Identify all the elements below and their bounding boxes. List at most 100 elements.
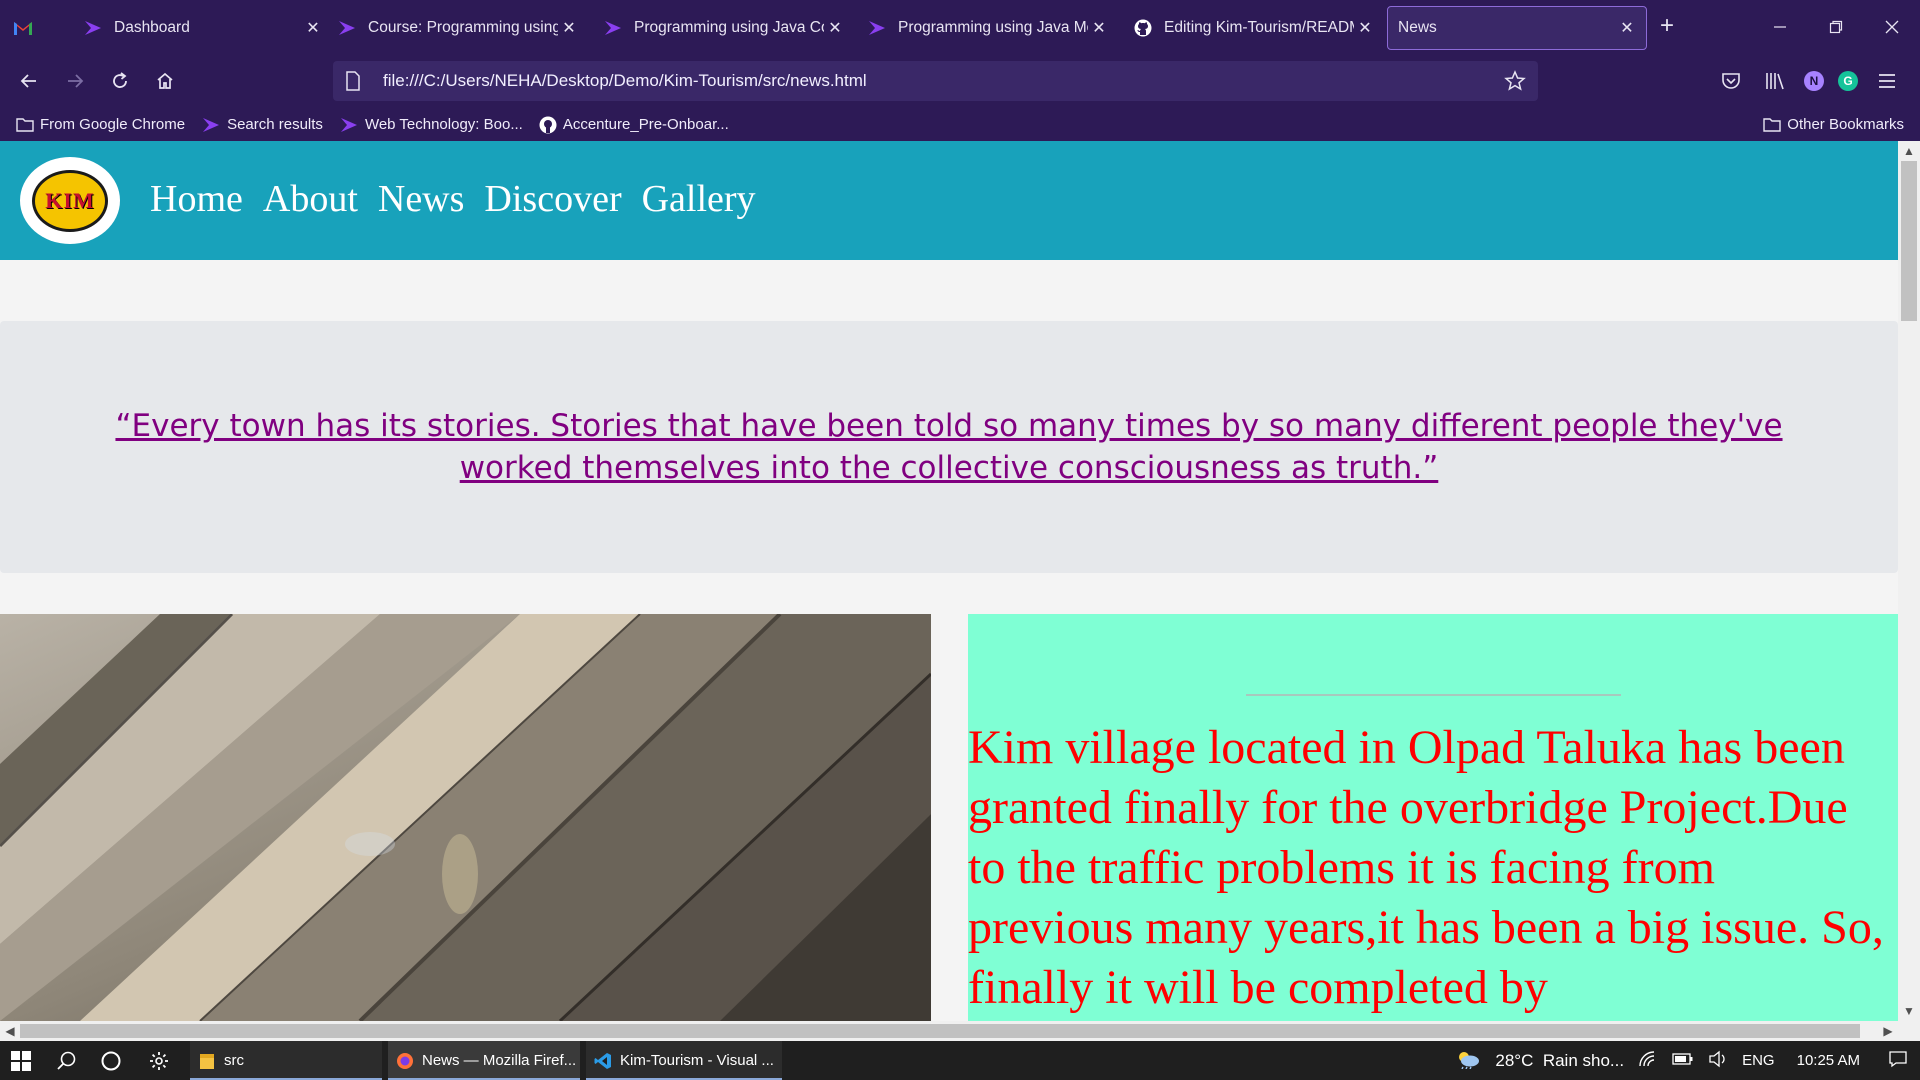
nav-news[interactable]: News bbox=[378, 177, 465, 221]
nav-discover[interactable]: Discover bbox=[484, 177, 621, 221]
tab-news[interactable]: News ✕ bbox=[1387, 6, 1647, 50]
pocket-icon[interactable] bbox=[1716, 66, 1746, 96]
page-viewport: KIM Home About News Discover Gallery “Ev… bbox=[0, 141, 1898, 1021]
other-bookmarks[interactable]: Other Bookmarks bbox=[1763, 108, 1904, 141]
course-icon bbox=[602, 19, 624, 37]
nav-home[interactable]: Home bbox=[150, 177, 243, 221]
menu-icon[interactable] bbox=[1872, 66, 1902, 96]
scroll-thumb[interactable] bbox=[1901, 161, 1917, 321]
github-icon bbox=[539, 116, 557, 134]
taskbar-app-vscode[interactable]: Kim-Tourism - Visual ... bbox=[586, 1041, 782, 1080]
tab-label: Programming using Java Con bbox=[634, 19, 824, 36]
weather-text[interactable]: 28°C Rain sho... bbox=[1495, 1051, 1624, 1071]
course-icon bbox=[336, 19, 358, 37]
file-icon bbox=[345, 71, 371, 91]
settings-gear-icon[interactable] bbox=[149, 1041, 169, 1080]
close-window-icon[interactable] bbox=[1864, 0, 1920, 54]
taskbar-app-label: Kim-Tourism - Visual ... bbox=[620, 1052, 774, 1069]
taskbar-app-label: News — Mozilla Firef... bbox=[422, 1052, 577, 1069]
bookmark-web-technology[interactable]: Web Technology: Boo... bbox=[339, 116, 523, 133]
library-icon[interactable] bbox=[1760, 66, 1790, 96]
volume-icon[interactable] bbox=[1708, 1050, 1728, 1072]
taskbar-app-src[interactable]: src bbox=[190, 1041, 382, 1080]
home-icon[interactable] bbox=[150, 66, 180, 96]
new-tab-button[interactable]: + bbox=[1660, 12, 1674, 40]
tab-label: News bbox=[1398, 19, 1437, 36]
tab-java-mo[interactable]: Programming using Java Mo ✕ bbox=[866, 6, 1110, 50]
folder-icon bbox=[1763, 117, 1781, 132]
vscode-icon bbox=[594, 1052, 612, 1070]
tab-github-readme[interactable]: Editing Kim-Tourism/READM ✕ bbox=[1132, 6, 1376, 50]
grammarly-icon[interactable]: G bbox=[1838, 71, 1858, 91]
back-icon[interactable] bbox=[14, 66, 44, 96]
bookmark-search-results[interactable]: Search results bbox=[201, 116, 323, 133]
nav-gallery[interactable]: Gallery bbox=[642, 177, 756, 221]
battery-icon[interactable] bbox=[1672, 1052, 1694, 1070]
folder-icon bbox=[16, 117, 34, 132]
close-icon[interactable]: ✕ bbox=[558, 18, 580, 38]
close-icon[interactable]: ✕ bbox=[824, 18, 846, 38]
bookmark-star-icon[interactable] bbox=[1504, 70, 1526, 97]
weather-cloud-icon[interactable] bbox=[1455, 1049, 1481, 1073]
taskbar-app-firefox[interactable]: News — Mozilla Firef... bbox=[388, 1041, 580, 1080]
close-icon[interactable]: ✕ bbox=[1088, 18, 1110, 38]
url-text[interactable]: file:///C:/Users/NEHA/Desktop/Demo/Kim-T… bbox=[383, 71, 867, 91]
tab-java-con[interactable]: Programming using Java Con ✕ bbox=[602, 6, 846, 50]
reload-icon[interactable] bbox=[105, 66, 135, 96]
divider bbox=[1246, 694, 1621, 696]
logo-text: KIM bbox=[45, 187, 95, 213]
news-article: Kim village located in Olpad Taluka has … bbox=[968, 614, 1898, 1021]
windows-taskbar: src News — Mozilla Firef... Kim-Tourism … bbox=[0, 1041, 1920, 1080]
town-quote[interactable]: “Every town has its stories. Stories tha… bbox=[69, 405, 1829, 489]
clock[interactable]: 10:25 AM bbox=[1797, 1052, 1860, 1069]
scroll-left-icon[interactable]: ◀ bbox=[0, 1021, 20, 1041]
task-view-icon[interactable] bbox=[100, 1041, 122, 1080]
horizontal-scrollbar[interactable]: ◀ ▶ bbox=[0, 1021, 1898, 1041]
firefox-icon bbox=[396, 1052, 414, 1070]
course-icon bbox=[339, 117, 359, 133]
bookmarks-bar: From Google Chrome Search results Web Te… bbox=[0, 108, 1920, 141]
hscroll-thumb[interactable] bbox=[20, 1024, 1860, 1038]
browser-toolbar: file:///C:/Users/NEHA/Desktop/Demo/Kim-T… bbox=[0, 54, 1920, 108]
bookmark-from-google-chrome[interactable]: From Google Chrome bbox=[16, 116, 185, 133]
system-tray: 28°C Rain sho... ENG 10:25 AM bbox=[1455, 1041, 1920, 1080]
taskbar-app-label: src bbox=[224, 1052, 244, 1069]
minimize-icon[interactable] bbox=[1752, 0, 1808, 54]
scroll-up-icon[interactable]: ▲ bbox=[1898, 141, 1920, 161]
site-nav: Home About News Discover Gallery bbox=[150, 177, 756, 221]
course-icon bbox=[201, 117, 221, 133]
close-icon[interactable]: ✕ bbox=[1616, 18, 1638, 38]
github-icon bbox=[1132, 19, 1154, 37]
bookmark-label: Other Bookmarks bbox=[1787, 116, 1904, 133]
tab-course-java[interactable]: Course: Programming using Java ✕ bbox=[336, 6, 580, 50]
url-bar[interactable]: file:///C:/Users/NEHA/Desktop/Demo/Kim-T… bbox=[333, 61, 1538, 101]
scroll-right-icon[interactable]: ▶ bbox=[1878, 1021, 1898, 1041]
course-icon bbox=[866, 19, 888, 37]
scroll-down-icon[interactable]: ▼ bbox=[1898, 1001, 1920, 1021]
logo-emblem: KIM bbox=[32, 169, 108, 232]
language-indicator[interactable]: ENG bbox=[1742, 1052, 1775, 1069]
forward-icon[interactable] bbox=[60, 66, 90, 96]
gmail-icon bbox=[12, 19, 34, 37]
quote-box: “Every town has its stories. Stories tha… bbox=[0, 321, 1898, 573]
windows-start-icon[interactable] bbox=[10, 1041, 32, 1080]
network-icon[interactable] bbox=[1638, 1050, 1658, 1072]
kim-logo[interactable]: KIM bbox=[20, 157, 120, 244]
restore-icon[interactable] bbox=[1808, 0, 1864, 54]
tab-label: Programming using Java Mo bbox=[898, 19, 1088, 36]
tab-dashboard[interactable]: Dashboard ✕ bbox=[12, 6, 324, 50]
close-icon[interactable]: ✕ bbox=[1354, 18, 1376, 38]
news-article-text: Kim village located in Olpad Taluka has … bbox=[968, 721, 1884, 1014]
close-icon[interactable]: ✕ bbox=[302, 18, 324, 38]
profile-avatar-icon[interactable]: N bbox=[1804, 71, 1824, 91]
notifications-icon[interactable] bbox=[1888, 1049, 1908, 1073]
vertical-scrollbar[interactable]: ▲ ▼ bbox=[1898, 141, 1920, 1021]
window-controls bbox=[1752, 0, 1920, 54]
search-icon[interactable] bbox=[56, 1041, 78, 1080]
nav-about[interactable]: About bbox=[263, 177, 358, 221]
tab-label: Course: Programming using Java bbox=[368, 19, 558, 36]
bookmark-accenture[interactable]: Accenture_Pre-Onboar... bbox=[539, 116, 729, 134]
site-header: KIM Home About News Discover Gallery bbox=[0, 141, 1898, 260]
tab-label: Editing Kim-Tourism/READM bbox=[1164, 19, 1354, 36]
folder-icon bbox=[198, 1052, 216, 1070]
